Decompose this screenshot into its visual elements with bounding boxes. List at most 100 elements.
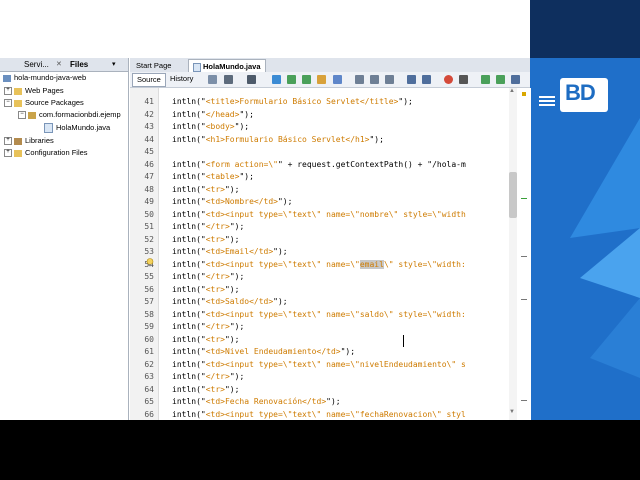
prev-bookmark-icon[interactable] (355, 75, 364, 84)
tab-holamundo-java[interactable]: HolaMundo.java (188, 59, 266, 73)
hint-lightbulb-icon[interactable] (146, 258, 154, 267)
expand-icon[interactable]: + (4, 149, 12, 158)
comment-icon[interactable] (481, 75, 490, 84)
code-token: intln(" (172, 334, 206, 344)
warning-marker[interactable] (522, 92, 526, 96)
code-line[interactable]: intln("<td><input type=\"text\" name=\"s… (172, 309, 466, 321)
code-editor[interactable]: intln("<title>Formulario Básico Servlet<… (159, 88, 511, 420)
occurrence-marker[interactable] (521, 299, 527, 300)
vertical-scrollbar[interactable] (509, 88, 517, 420)
scrollbar-thumb[interactable] (509, 172, 517, 218)
code-line[interactable]: intln("<body>"); (172, 121, 249, 133)
code-line[interactable]: intln("</tr>"); (172, 221, 244, 233)
toggle-bookmark-icon[interactable] (385, 75, 394, 84)
record-macro-icon[interactable] (444, 75, 453, 84)
code-line[interactable]: intln("</tr>"); (172, 321, 244, 333)
code-line[interactable]: intln("<table>"); (172, 171, 254, 183)
next-bookmark-icon[interactable] (370, 75, 379, 84)
code-token: "); (234, 122, 250, 131)
code-line[interactable]: intln("<td>Nivel Endeudamiento</td>"); (172, 346, 355, 358)
code-line[interactable]: intln("<form action=\"" + request.getCon… (172, 159, 466, 171)
code-token: "); (229, 322, 245, 331)
line-number: 64 (144, 384, 154, 394)
find-next-icon[interactable] (302, 75, 311, 84)
tree-label: Source Packages (25, 98, 84, 107)
tree-item-configuration-files[interactable]: + Configuration Files (4, 147, 88, 159)
code-line[interactable]: intln("<td><input type=\"text\" name=\"n… (172, 359, 466, 371)
code-line[interactable]: intln("<td>Saldo</td>"); (172, 296, 288, 308)
tree-label: com.formacionbdi.ejemp (39, 110, 121, 119)
expand-icon[interactable]: + (4, 137, 12, 146)
last-edit-icon[interactable] (247, 75, 256, 84)
code-line[interactable]: intln("</tr>"); (172, 271, 244, 283)
code-line[interactable]: intln("</head>"); (172, 109, 254, 121)
tree-item-web-pages[interactable]: + Web Pages (4, 85, 64, 97)
history-button[interactable]: History (166, 73, 197, 85)
line-number: 43 (144, 122, 154, 131)
line-number: 52 (144, 234, 154, 244)
stop-macro-icon[interactable] (459, 75, 468, 84)
code-token: " + request.getContextPath() + "/hola-m (277, 159, 466, 169)
code-line[interactable]: intln("<tr>"); (172, 334, 239, 346)
code-line[interactable]: intln("<h1>Formulario Básico Servlet</h1… (172, 134, 384, 146)
tree-item-project[interactable]: hola-mundo-java-web (3, 72, 86, 84)
code-line[interactable]: intln("<td><input type=\"text\" name=\"e… (172, 259, 466, 271)
change-marker[interactable] (521, 198, 527, 199)
occurrence-marker[interactable] (521, 256, 527, 257)
rect-select-icon[interactable] (333, 75, 342, 84)
code-token: intln(" (172, 272, 206, 281)
code-line[interactable]: intln("<td>Email</td>"); (172, 246, 288, 258)
split-icon[interactable] (511, 75, 520, 84)
code-line[interactable]: intln("</tr>"); (172, 371, 244, 383)
shift-left-icon[interactable] (407, 75, 416, 84)
toggle-highlight-icon[interactable] (317, 75, 326, 84)
forward-icon[interactable] (224, 75, 233, 84)
tree-item-source-packages[interactable]: − Source Packages (4, 97, 84, 109)
line-number: 42 (144, 109, 154, 119)
chevron-down-icon[interactable]: ▾ (112, 58, 116, 71)
code-line[interactable]: intln("<tr>"); (172, 184, 239, 196)
hamburger-menu-icon[interactable] (539, 94, 555, 108)
close-icon[interactable]: ✕ (56, 58, 62, 71)
uncomment-icon[interactable] (496, 75, 505, 84)
shift-right-icon[interactable] (422, 75, 431, 84)
tree-item-java-file[interactable]: HolaMundo.java (44, 122, 110, 134)
folder-icon (14, 87, 22, 95)
code-token: <tr> (205, 334, 225, 344)
code-line[interactable]: intln("<tr>"); (172, 284, 239, 296)
occurrence-marker[interactable] (521, 400, 527, 401)
tree-label: hola-mundo-java-web (14, 73, 87, 82)
back-icon[interactable] (208, 75, 217, 84)
code-token: <td>Nivel Endeudamiento</td> (205, 347, 341, 356)
line-number: 48 (144, 184, 154, 194)
code-token: <td>Nombre</td> (205, 197, 278, 206)
tree-item-package[interactable]: − com.formacionbdi.ejemp (18, 109, 121, 121)
collapse-icon[interactable]: − (18, 111, 26, 120)
code-token: intln(" (172, 384, 206, 394)
expand-icon[interactable]: + (4, 87, 12, 96)
code-line[interactable]: intln("<td>Nombre</td>"); (172, 196, 292, 208)
tab-files[interactable]: Files (70, 58, 88, 71)
code-line[interactable]: intln("<tr>"); (172, 234, 239, 246)
tree-item-libraries[interactable]: + Libraries (4, 135, 54, 147)
line-number: 53 (144, 247, 154, 256)
line-number: 59 (144, 322, 154, 331)
code-line[interactable]: intln("<tr>"); (172, 384, 239, 396)
code-line[interactable]: intln("<td><input type=\"text\" name=\"n… (172, 209, 466, 221)
code-token: "); (229, 372, 245, 381)
code-token: intln(" (172, 347, 206, 356)
code-token: <tr> (205, 284, 225, 294)
line-number: 63 (144, 372, 154, 381)
source-button[interactable]: Source (132, 73, 166, 87)
tab-services[interactable]: Servi... (24, 58, 49, 71)
code-token: <td><input type=\"text\" name=\"fechaRen… (205, 409, 466, 419)
code-line[interactable]: intln("<td><input type=\"text\" name=\"f… (172, 409, 466, 421)
code-line[interactable]: intln("<td>Fecha Renovación</td>"); (172, 396, 341, 408)
scroll-up-icon[interactable]: ▲ (509, 88, 515, 94)
find-previous-icon[interactable] (287, 75, 296, 84)
code-line[interactable]: intln("<title>Formulario Básico Servlet<… (172, 96, 413, 108)
tab-start-page[interactable]: Start Page (132, 59, 175, 72)
scroll-down-icon[interactable]: ▼ (509, 409, 515, 415)
find-icon[interactable] (272, 75, 281, 84)
collapse-icon[interactable]: − (4, 99, 12, 108)
